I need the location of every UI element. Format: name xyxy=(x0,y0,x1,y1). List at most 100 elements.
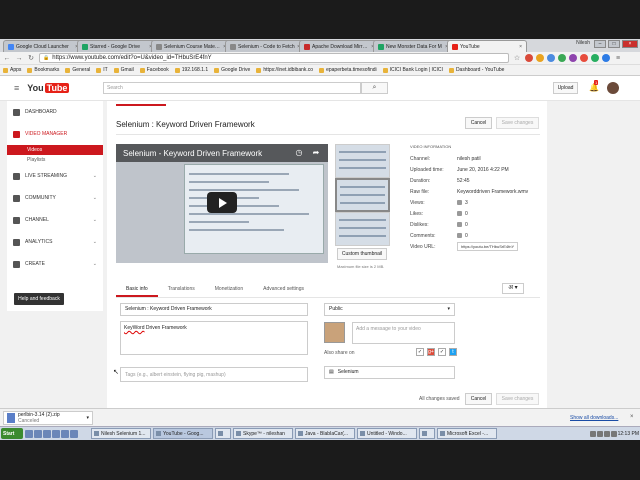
extension-icon[interactable] xyxy=(536,54,544,62)
tags-input[interactable]: Tags (e.g., albert einstein, flying pig,… xyxy=(120,367,308,382)
extension-icon[interactable] xyxy=(580,54,588,62)
description-textarea[interactable]: KeyWord Driven Framework xyxy=(120,321,308,355)
star-icon[interactable]: ☆ xyxy=(513,54,521,62)
taskbar-item[interactable]: Skype™ - nileshan xyxy=(233,428,293,439)
bookmark-link[interactable]: Google Drive xyxy=(214,67,250,73)
sidebar-item-video-manager[interactable]: Video Manager xyxy=(7,123,103,145)
extension-icon[interactable] xyxy=(525,54,533,62)
play-button[interactable] xyxy=(207,192,237,213)
save-changes-button[interactable]: Save changes xyxy=(496,393,539,405)
sidebar-item-channel[interactable]: Channel ⌄ xyxy=(7,209,103,231)
sidebar-sub-videos[interactable]: Videos xyxy=(7,145,103,155)
maximize-icon[interactable]: □ xyxy=(608,40,620,48)
search-button[interactable]: ⌕ xyxy=(361,82,388,94)
bookmark-link[interactable]: ICICI Bank Login | ICICI xyxy=(382,67,443,73)
bookmark-link[interactable]: Gmail xyxy=(113,67,134,73)
checkbox[interactable]: ✓ xyxy=(416,348,424,356)
extension-icon[interactable] xyxy=(569,54,577,62)
browser-tab-active[interactable]: YouTube × xyxy=(447,40,527,52)
youtube-logo[interactable]: You Tube xyxy=(27,83,70,93)
browser-tab[interactable]: Selenium Course Materials× xyxy=(151,40,231,52)
sidebar-item-create[interactable]: Create ⌄ xyxy=(7,253,103,275)
cancel-button[interactable]: Cancel xyxy=(465,393,492,405)
browser-tab[interactable]: New Monster Data For M× xyxy=(373,40,453,52)
app-icon[interactable] xyxy=(34,429,42,438)
browser-user-name[interactable]: Nilesh xyxy=(576,40,590,46)
help-feedback-button[interactable]: Help and feedback xyxy=(14,293,64,305)
privacy-select[interactable]: Public ▾ xyxy=(324,303,455,316)
download-item[interactable]: perlbin-3.14 (2).zip Canceled ▾ xyxy=(3,411,93,425)
start-button[interactable]: Start xyxy=(1,428,23,439)
bookmark-folder[interactable]: Bookmarks xyxy=(27,67,59,73)
close-icon[interactable]: × xyxy=(519,44,522,50)
custom-thumbnail-button[interactable]: Custom thumbnail xyxy=(337,248,387,260)
taskbar-item[interactable]: Microsoft Excel -... xyxy=(437,428,497,439)
browser-tab[interactable]: Selenium - Code to Fetch× xyxy=(225,40,305,52)
browser-tab[interactable]: Google Cloud Launcher× xyxy=(3,40,83,52)
taskbar-item[interactable]: Nilesh Selenium 1... xyxy=(91,428,151,439)
bookmark-folder[interactable]: IT xyxy=(96,67,108,73)
browser-tab[interactable]: Apache Download Mirrors× xyxy=(299,40,379,52)
thumbnail-option[interactable] xyxy=(335,212,390,246)
taskbar-item-active[interactable]: YouTube - Goog... xyxy=(153,428,213,439)
tab-basic-info[interactable]: Basic info xyxy=(116,282,158,297)
tray-icon[interactable] xyxy=(596,430,603,437)
tray-icon[interactable] xyxy=(610,430,617,437)
bookmark-link[interactable]: Facebook xyxy=(139,67,169,73)
app-icon[interactable] xyxy=(43,429,51,438)
playlist-select[interactable]: ▤ Selenium xyxy=(324,366,455,379)
bookmark-folder[interactable]: General xyxy=(65,67,90,73)
taskbar-item[interactable]: Java - BlabIaCar(... xyxy=(295,428,355,439)
sidebar-item-analytics[interactable]: Analytics ⌄ xyxy=(7,231,103,253)
taskbar-item[interactable]: Untitled - Windo... xyxy=(357,428,417,439)
taskbar-item[interactable] xyxy=(215,428,231,439)
thumbnail-option-selected[interactable] xyxy=(335,178,390,212)
url-field[interactable]: 🔒 https://www.youtube.com/edit?o=U&video… xyxy=(39,53,509,63)
tab-advanced-settings[interactable]: Advanced settings xyxy=(253,282,314,297)
extension-icon[interactable] xyxy=(591,54,599,62)
close-icon[interactable]: × xyxy=(630,414,634,420)
tab-monetization[interactable]: Monetization xyxy=(205,282,253,297)
sidebar-sub-playlists[interactable]: Playlists xyxy=(7,155,103,165)
upload-button[interactable]: Upload xyxy=(553,82,578,94)
bookmark-link[interactable]: https://inet.idbibank.co xyxy=(256,67,313,73)
reload-icon[interactable]: ↻ xyxy=(27,54,35,62)
show-all-downloads-link[interactable]: Show all downloads... xyxy=(570,415,618,421)
bookmark-link[interactable]: Dashboard - YouTube xyxy=(448,67,504,73)
save-changes-button[interactable]: Save changes xyxy=(496,117,539,129)
back-icon[interactable]: ← xyxy=(3,55,11,62)
chevron-down-icon[interactable]: ▾ xyxy=(86,415,89,421)
tray-icon[interactable] xyxy=(589,430,596,437)
bookmark-link[interactable]: epaperbeta.timesofindi xyxy=(319,67,377,73)
app-icon[interactable] xyxy=(70,429,78,438)
google-plus-icon[interactable]: g+ xyxy=(427,348,435,356)
video-player[interactable]: Selenium - Keyword Driven Framework ◷ ➦ xyxy=(116,144,328,263)
minimize-icon[interactable]: – xyxy=(594,40,606,48)
extension-icon[interactable] xyxy=(558,54,566,62)
hamburger-menu-icon[interactable]: ≡ xyxy=(14,83,19,93)
taskbar-item[interactable] xyxy=(419,428,435,439)
sidebar-item-community[interactable]: Community ⌄ xyxy=(7,187,103,209)
app-icon[interactable] xyxy=(52,429,60,438)
bookmark-link[interactable]: 192.168.1.1 xyxy=(174,67,208,73)
watch-later-icon[interactable]: ◷ xyxy=(294,148,304,158)
avatar[interactable] xyxy=(607,82,619,94)
forward-icon[interactable]: → xyxy=(15,55,23,62)
extension-icon[interactable] xyxy=(547,54,555,62)
twitter-icon[interactable]: t xyxy=(449,348,457,356)
tab-translations[interactable]: Translations xyxy=(158,282,205,297)
cancel-button[interactable]: Cancel xyxy=(465,117,492,129)
app-icon[interactable] xyxy=(61,429,69,438)
bookmark-apps[interactable]: Apps xyxy=(3,67,21,73)
window-close-icon[interactable]: × xyxy=(622,40,638,48)
share-icon[interactable]: ➦ xyxy=(311,148,321,158)
thumbnail-option[interactable] xyxy=(335,144,390,178)
search-input[interactable]: Search xyxy=(103,82,361,94)
extension-icon[interactable] xyxy=(602,54,610,62)
tray-icon[interactable] xyxy=(603,430,610,437)
sidebar-item-dashboard[interactable]: Dashboard xyxy=(7,101,103,123)
clock[interactable]: 12:13 PM xyxy=(618,431,639,437)
menu-icon[interactable]: ≡ xyxy=(614,55,622,62)
sidebar-item-live-streaming[interactable]: Live Streaming ⌄ xyxy=(7,165,103,187)
title-input[interactable]: Selenium : Keyword Driven Framework xyxy=(120,303,308,316)
